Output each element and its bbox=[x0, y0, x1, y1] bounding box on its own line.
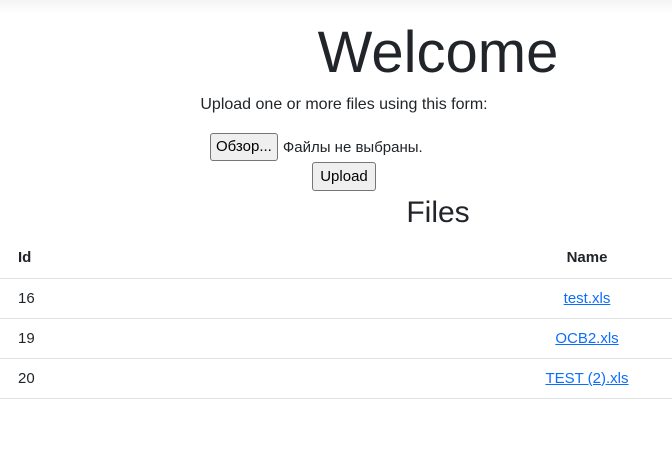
file-link[interactable]: test.xls bbox=[564, 290, 611, 307]
no-file-label: Файлы не выбраны. bbox=[282, 138, 423, 156]
browse-button[interactable]: Обзор... bbox=[210, 133, 278, 161]
page: Welcome Upload one or more files using t… bbox=[0, 0, 672, 466]
table-header-row: Id Name bbox=[0, 238, 672, 279]
file-id: 19 bbox=[0, 318, 148, 359]
column-header-id: Id bbox=[0, 238, 148, 279]
column-header-name: Name bbox=[147, 238, 672, 279]
column-header-name-label: Name bbox=[566, 249, 608, 267]
file-name-cell: TEST (2).xls bbox=[147, 358, 672, 399]
page-title: Welcome bbox=[317, 20, 559, 85]
top-bar bbox=[0, 0, 672, 14]
file-link[interactable]: OCB2.xls bbox=[555, 330, 618, 347]
file-name-cell: OCB2.xls bbox=[147, 318, 672, 359]
table-row: 20 TEST (2).xls bbox=[0, 358, 672, 399]
file-input[interactable]: Обзор... Файлы не выбраны. bbox=[210, 132, 423, 162]
upload-instructions: Upload one or more files using this form… bbox=[200, 96, 488, 113]
upload-button[interactable]: Upload bbox=[312, 162, 376, 191]
table-row: 19 OCB2.xls bbox=[0, 318, 672, 359]
files-heading: Files bbox=[406, 196, 470, 229]
table-row: 16 test.xls bbox=[0, 278, 672, 319]
file-link[interactable]: TEST (2).xls bbox=[545, 370, 628, 387]
file-id: 16 bbox=[0, 278, 148, 319]
files-table: Id Name 16 test.xls 19 OCB2.xls 20 TEST … bbox=[0, 238, 672, 399]
file-name-cell: test.xls bbox=[147, 278, 672, 319]
file-id: 20 bbox=[0, 358, 148, 399]
